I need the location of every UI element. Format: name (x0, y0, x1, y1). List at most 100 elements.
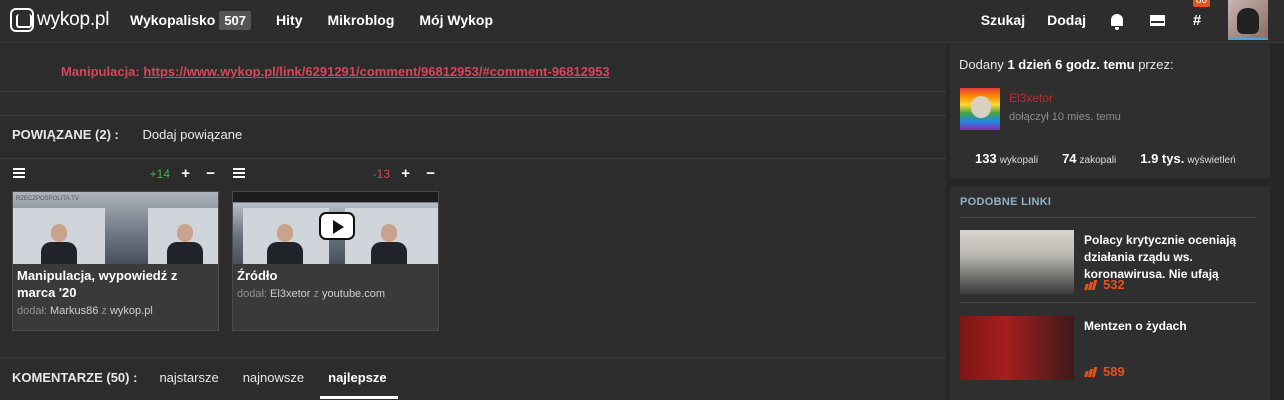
nav-wykopalisko-label: Wykopalisko (130, 12, 216, 28)
menu-icon[interactable] (233, 168, 245, 178)
meta-sep: z (313, 288, 319, 300)
person-figure (165, 222, 205, 264)
vote-up-button[interactable]: + (181, 165, 190, 182)
nav-moj-wykop[interactable]: Mój Wykop (419, 12, 493, 28)
related-card[interactable]: -13 + − Źródło dodał: El3xetor z youtube… (232, 165, 439, 331)
meta-prefix: dodał: (237, 288, 267, 300)
vote-down-button[interactable]: − (206, 165, 215, 182)
active-tab-indicator (320, 396, 398, 399)
sidebar: Dodany 1 dzień 6 godz. temu przez: El3xe… (946, 44, 1284, 400)
manipulation-note: Manipulacja: https://www.wykop.pl/link/6… (0, 44, 946, 91)
similar-link-score: 589 (1084, 364, 1125, 379)
add-link[interactable]: Dodaj (1047, 12, 1086, 28)
divider (960, 217, 1256, 218)
card-title[interactable]: Manipulacja, wypowiedź z marca '20 (17, 267, 214, 301)
stat-diggs: 133 wykopali (975, 151, 1039, 166)
added-suffix: przez: (1138, 57, 1174, 72)
top-navbar: wykop.pl Wykopalisko 507 Hity Mikroblog … (0, 0, 1284, 43)
manipulation-text: Manipulacja: https://www.wykop.pl/link/6… (61, 64, 610, 79)
card-body: Manipulacja, wypowiedź z marca '20 dodał… (13, 264, 218, 330)
messages-button[interactable] (1148, 11, 1166, 29)
similar-link-thumbnail[interactable] (960, 316, 1074, 380)
nav-mikroblog[interactable]: Mikroblog (327, 12, 394, 28)
digg-icon (1084, 279, 1098, 290)
author-avatar[interactable] (960, 88, 1000, 130)
card-author-link[interactable]: Markus86 (50, 305, 98, 317)
divider (0, 91, 946, 92)
nav-wykopalisko[interactable]: Wykopalisko 507 (130, 10, 252, 30)
stat-buries: 74 zakopali (1062, 151, 1117, 166)
link-stats: 133 wykopali 74 zakopali 1.9 tys. wyświetle… (975, 151, 1275, 166)
tab-newest[interactable]: najnowsze (243, 370, 304, 385)
similar-links-box: PODOBNE LINKI Polacy krytycznie oceniają… (950, 186, 1270, 400)
person-figure (265, 222, 305, 264)
score-value: 532 (1103, 277, 1125, 292)
tab-oldest[interactable]: najstarsze (159, 370, 218, 385)
main-nav: Wykopalisko 507 Hity Mikroblog Mój Wykop (130, 0, 518, 40)
logo-text: wykop.pl (37, 9, 110, 30)
add-related-link[interactable]: Dodaj powiązane (143, 127, 243, 142)
added-time: 1 dzień 6 godz. temu (1007, 57, 1135, 72)
nav-right: Szukaj Dodaj # 80 (981, 0, 1284, 40)
card-body: Źródło dodał: El3xetor z youtube.com (233, 264, 438, 330)
added-prefix: Dodany (959, 57, 1004, 72)
similar-links-title: PODOBNE LINKI (960, 196, 1052, 208)
user-avatar[interactable] (1228, 0, 1268, 40)
vote-count: -13 (372, 167, 390, 181)
meta-prefix: dodał: (17, 305, 47, 317)
related-header: POWIĄZANE (2) : Dodaj powiązane (12, 127, 242, 142)
stat-views: 1.9 tys. wyświetleń (1140, 151, 1236, 166)
card-toolbar: +14 + − (13, 165, 220, 186)
similar-link-score: 532 (1084, 277, 1125, 292)
similar-link-title[interactable]: Mentzen o żydach (1084, 318, 1259, 335)
comments-header: KOMENTARZE (50) : najstarsze najnowsze n… (12, 370, 399, 385)
search-link[interactable]: Szukaj (981, 12, 1025, 28)
card-meta: dodał: El3xetor z youtube.com (237, 288, 434, 300)
tab-best[interactable]: najlepsze (328, 370, 387, 385)
manipulation-label: Manipulacja: (61, 64, 140, 79)
comments-title: KOMENTARZE (50) : (12, 370, 138, 385)
divider (0, 158, 946, 159)
added-by-text: Dodany 1 dzień 6 godz. temu przez: (959, 57, 1174, 72)
vote-down-button[interactable]: − (426, 165, 435, 182)
tag-count-badge: 80 (1193, 0, 1211, 7)
related-title: POWIĄZANE (2) : (12, 127, 119, 142)
envelope-icon (1149, 14, 1165, 26)
vote-up-button[interactable]: + (401, 165, 410, 182)
card-author-link[interactable]: El3xetor (270, 288, 310, 300)
person-figure (39, 222, 79, 264)
thumbnail-caption: RZECZPOSPOLITA.TV (16, 196, 79, 202)
card-source-link[interactable]: wykop.pl (110, 305, 153, 317)
divider (0, 115, 946, 116)
play-icon[interactable] (319, 212, 355, 240)
person-figure (369, 222, 409, 264)
card-thumbnail[interactable] (233, 192, 438, 264)
menu-icon[interactable] (13, 168, 25, 178)
wykop-logo-icon (10, 8, 34, 32)
wykop-logo[interactable]: wykop.pl (10, 8, 110, 32)
tags-button[interactable]: # 80 (1188, 0, 1211, 29)
similar-link-thumbnail[interactable] (960, 230, 1074, 294)
manipulation-link[interactable]: https://www.wykop.pl/link/6291291/commen… (143, 64, 609, 79)
added-by-box: Dodany 1 dzień 6 godz. temu przez: El3xe… (950, 44, 1270, 178)
nav-hity[interactable]: Hity (276, 12, 302, 28)
card-title[interactable]: Źródło (237, 267, 434, 284)
card-meta: dodał: Markus86 z wykop.pl (17, 305, 214, 317)
card-source-link[interactable]: youtube.com (322, 288, 385, 300)
notifications-button[interactable] (1108, 11, 1126, 30)
author-joined: dołączył 10 mies. temu (1009, 111, 1121, 123)
card-thumbnail[interactable]: RZECZPOSPOLITA.TV (13, 192, 218, 264)
similar-link-title[interactable]: Polacy krytycznie oceniają działania rzą… (1084, 232, 1259, 283)
divider (0, 357, 946, 358)
bell-icon (1111, 14, 1123, 30)
card-toolbar: -13 + − (233, 165, 440, 186)
digg-icon (1084, 366, 1098, 377)
divider (960, 302, 1256, 303)
hash-icon: # (1192, 11, 1202, 29)
wykopalisko-count-badge: 507 (219, 10, 252, 30)
meta-sep: z (101, 305, 107, 317)
related-card[interactable]: +14 + − RZECZPOSPOLITA.TV Manipulacja, w… (12, 165, 219, 331)
vote-count: +14 (149, 167, 170, 181)
score-value: 589 (1103, 364, 1125, 379)
author-name-link[interactable]: El3xetor (1009, 91, 1053, 105)
